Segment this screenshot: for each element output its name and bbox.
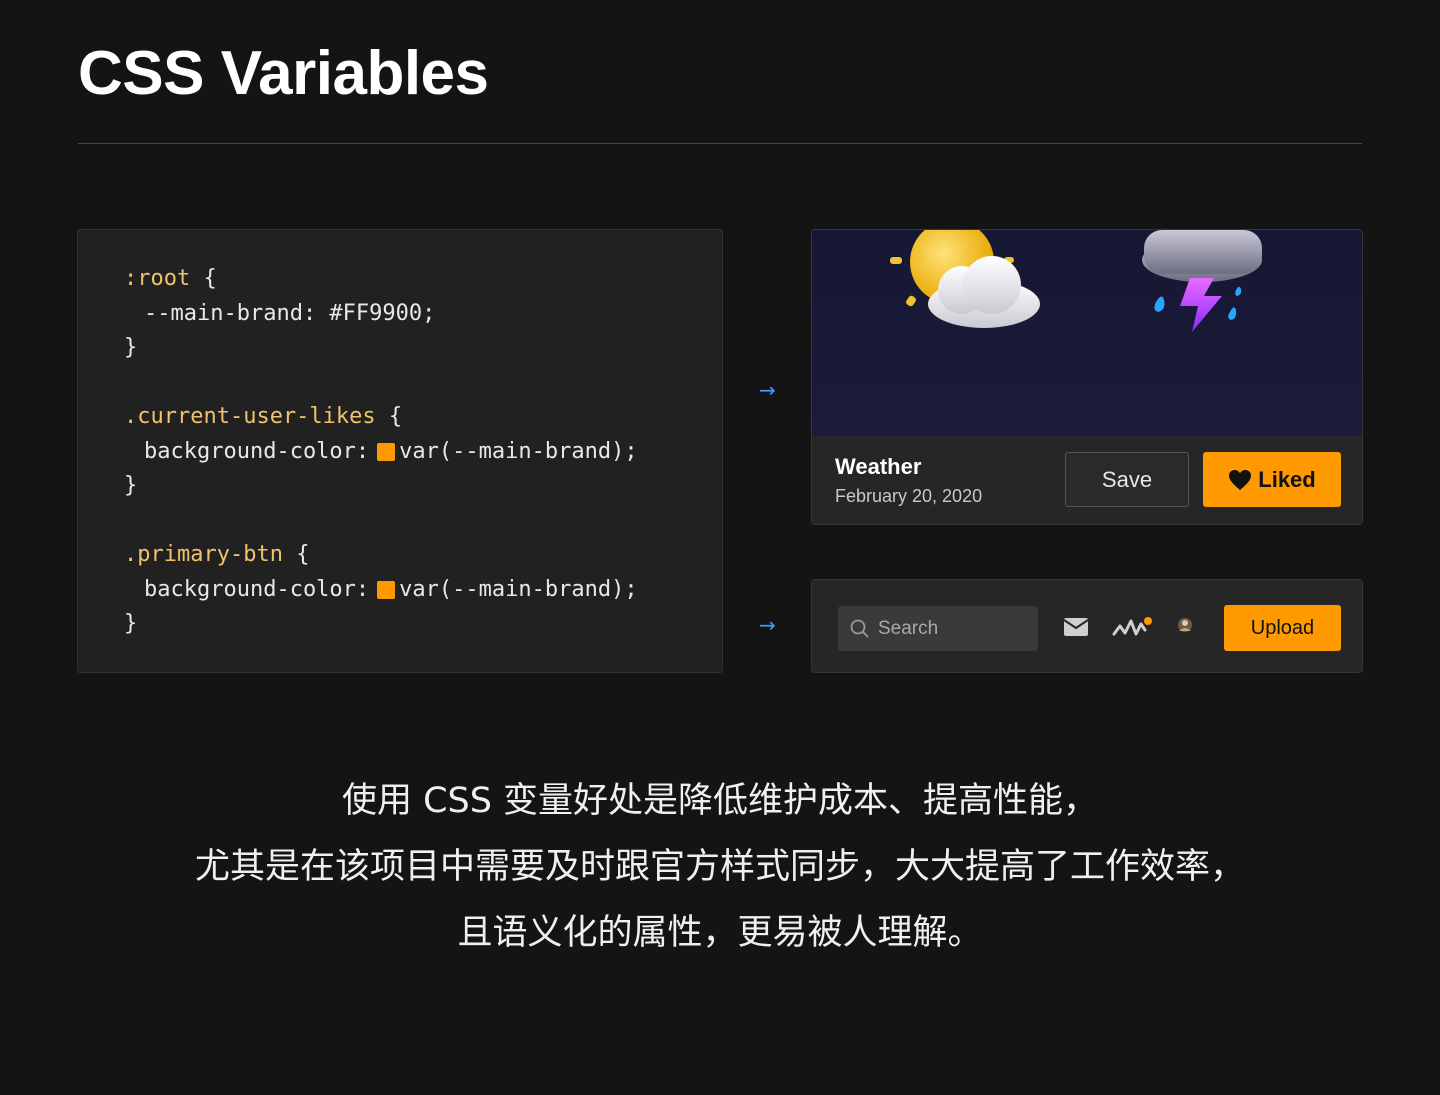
title-divider (78, 143, 1362, 144)
weather-card-footer: Weather February 20, 2020 Save Liked (812, 436, 1362, 524)
code-brace: { (375, 404, 403, 429)
weather-date: February 20, 2020 (835, 486, 983, 506)
code-line-root-close: } (124, 331, 722, 366)
description-line: 使用 CSS 变量好处是降低维护成本、提高性能， (341, 781, 1099, 821)
save-label: Save (1101, 466, 1153, 492)
save-button[interactable]: Save (1065, 452, 1189, 507)
code-line-likes-bg: background-color: var(--main-brand); (124, 435, 722, 470)
upload-button[interactable]: Upload (1224, 605, 1341, 651)
code-line-primary-bg: background-color: var(--main-brand); (124, 573, 722, 608)
page-title: CSS Variables (78, 39, 489, 108)
description: 使用 CSS 变量好处是降低维护成本、提高性能， 尤其是在该项目中需要及时跟官方… (0, 768, 1440, 966)
code-line-main-brand: --main-brand: #FF9900; (124, 297, 722, 332)
code-panel: :root { --main-brand: #FF9900; } .curren… (77, 229, 723, 673)
code-brace: } (124, 473, 138, 498)
code-brace: } (124, 611, 138, 636)
arrow-right-icon: → (759, 613, 776, 637)
code-brace: { (190, 266, 217, 291)
upload-label: Upload (1250, 616, 1315, 639)
color-swatch (377, 442, 396, 461)
liked-button[interactable]: Liked (1203, 452, 1341, 507)
storm-cloud-lightning-icon (1142, 230, 1262, 332)
code-selector-primary-btn: .primary-btn (124, 542, 283, 567)
weather-image (812, 230, 1362, 436)
weather-title: Weather (835, 454, 922, 479)
liked-label: Liked (1258, 466, 1316, 492)
code-line-root-open: :root { (124, 262, 722, 297)
sun-behind-cloud-icon (890, 230, 1040, 328)
code-property: background-color: (144, 576, 370, 602)
mail-icon[interactable] (1063, 616, 1089, 638)
code-property: background-color: (144, 438, 370, 464)
avatar-icon[interactable] (1176, 616, 1194, 634)
color-swatch (377, 580, 396, 599)
description-line: 且语义化的属性，更易被人理解。 (457, 913, 983, 953)
search-placeholder: Search (878, 617, 939, 639)
arrow-right-icon: → (759, 378, 776, 402)
code-value: var(--main-brand); (399, 438, 638, 464)
code-line-primary-open: .primary-btn { (124, 538, 722, 573)
heart-icon (1229, 469, 1252, 490)
weather-card[interactable]: Weather February 20, 2020 Save Liked (811, 229, 1363, 525)
code-selector-current-user-likes: .current-user-likes (124, 404, 376, 429)
code-line-primary-close: } (124, 607, 722, 642)
toolbar-card: Search Upload (811, 579, 1363, 673)
code-brace: { (282, 542, 310, 567)
description-line: 尤其是在该项目中需要及时跟官方样式同步，大大提高了工作效率， (194, 847, 1245, 887)
code-value: var(--main-brand); (399, 576, 638, 602)
activity-icon[interactable] (1112, 616, 1154, 640)
code-selector-root: :root (124, 266, 191, 291)
code-line-likes-close: } (124, 469, 722, 504)
code-line-likes-open: .current-user-likes { (124, 400, 722, 435)
code-variable-declaration: --main-brand: #FF9900; (144, 300, 436, 326)
search-input[interactable]: Search (838, 606, 1038, 651)
weather-illustration (890, 230, 1262, 332)
code-brace: } (124, 335, 138, 360)
search-icon (850, 619, 869, 638)
